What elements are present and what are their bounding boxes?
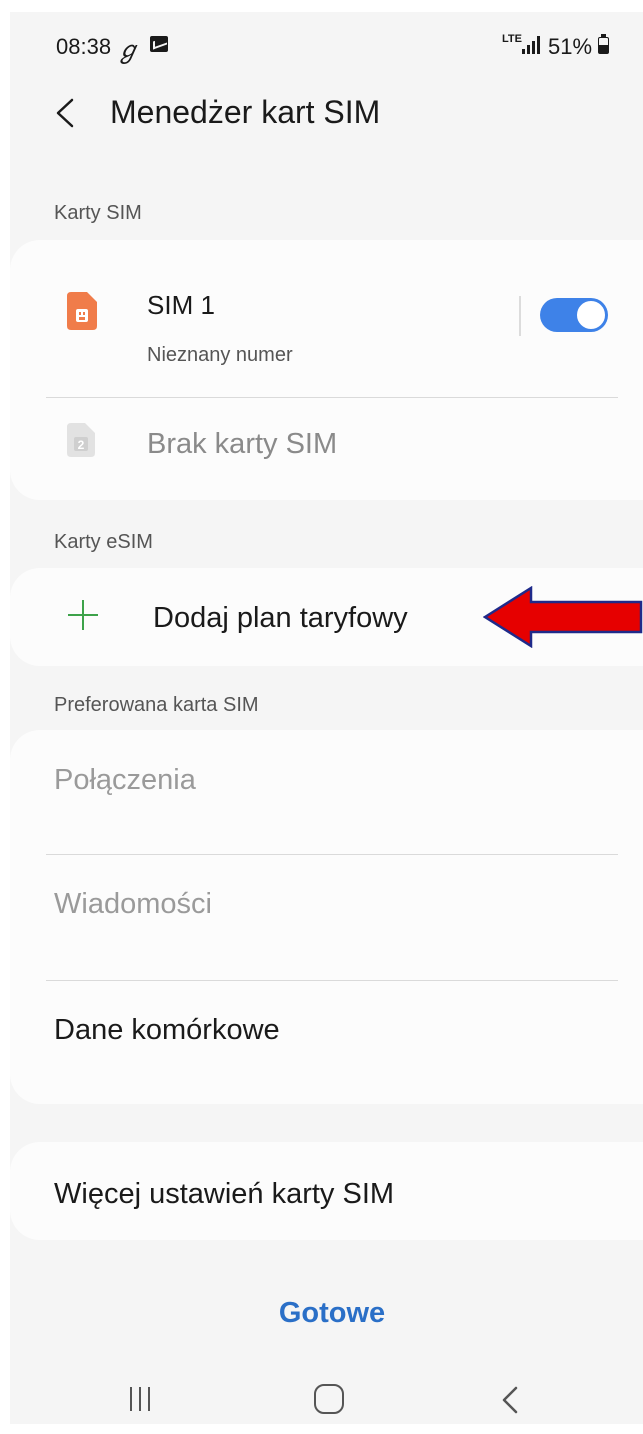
chevron-left-icon	[56, 98, 74, 128]
mobile-data-row[interactable]: Dane komórkowe	[10, 982, 643, 1106]
more-settings-button[interactable]: Więcej ustawień karty SIM	[10, 1142, 643, 1240]
add-plan-label: Dodaj plan taryfowy	[153, 602, 408, 634]
status-bar: 08:38 ℊ LTE 51%	[0, 12, 643, 68]
calls-label: Połączenia	[54, 764, 196, 796]
frame-bottom	[0, 1424, 643, 1434]
sim2-digit: 2	[78, 438, 85, 452]
frame-top	[0, 0, 643, 12]
section-header-esim: Karty eSIM	[54, 531, 153, 553]
frame-left	[0, 0, 10, 1434]
sim1-row[interactable]: SIM 1 Nieznany numer	[10, 240, 643, 398]
calls-row[interactable]: Połączenia	[10, 730, 643, 854]
plus-icon	[68, 600, 98, 630]
red-arrow-icon	[483, 586, 643, 648]
toggle-divider	[519, 296, 521, 336]
lte-icon: LTE	[502, 33, 522, 45]
g-pay-icon: ℊ	[116, 36, 140, 64]
messages-row[interactable]: Wiadomości	[10, 856, 643, 980]
recent-apps-button[interactable]	[126, 1385, 156, 1415]
divider	[46, 980, 618, 981]
status-time: 08:38	[56, 34, 112, 59]
sim-cards-card: SIM 1 Nieznany numer 2 Brak karty SIM	[10, 240, 643, 500]
back-button[interactable]	[48, 90, 88, 136]
section-header-preferred-sim: Preferowana karta SIM	[54, 694, 259, 716]
messages-label: Wiadomości	[54, 888, 212, 920]
done-button[interactable]: Gotowe	[232, 1288, 432, 1338]
sim-card-empty-icon: 2	[67, 423, 95, 457]
divider	[46, 854, 618, 855]
nav-back-button[interactable]	[498, 1382, 522, 1418]
battery-percent: 51%	[548, 34, 593, 59]
sim1-number: Nieznany numer	[147, 344, 293, 366]
message-icon	[150, 36, 168, 52]
sim2-status: Brak karty SIM	[147, 428, 338, 460]
section-header-sim-cards: Karty SIM	[54, 202, 142, 224]
recent-apps-icon	[130, 1387, 132, 1411]
sim1-name: SIM 1	[147, 290, 215, 320]
mobile-data-label: Dane komórkowe	[54, 1014, 280, 1046]
sim-card-icon	[67, 292, 97, 330]
page-title: Menedżer kart SIM	[110, 94, 381, 130]
sim1-toggle[interactable]	[540, 298, 608, 332]
nav-back-icon	[502, 1386, 518, 1414]
toggle-knob	[576, 300, 606, 330]
signal-icon	[522, 36, 542, 54]
home-button[interactable]	[314, 1384, 344, 1414]
screen: 08:38 ℊ LTE 51% Menedżer kart SIM Karty …	[0, 0, 643, 1434]
battery-icon	[598, 34, 609, 54]
preferred-sim-card: Połączenia Wiadomości Dane komórkowe	[10, 730, 643, 1104]
more-settings-label: Więcej ustawień karty SIM	[54, 1178, 395, 1210]
divider	[46, 397, 618, 398]
